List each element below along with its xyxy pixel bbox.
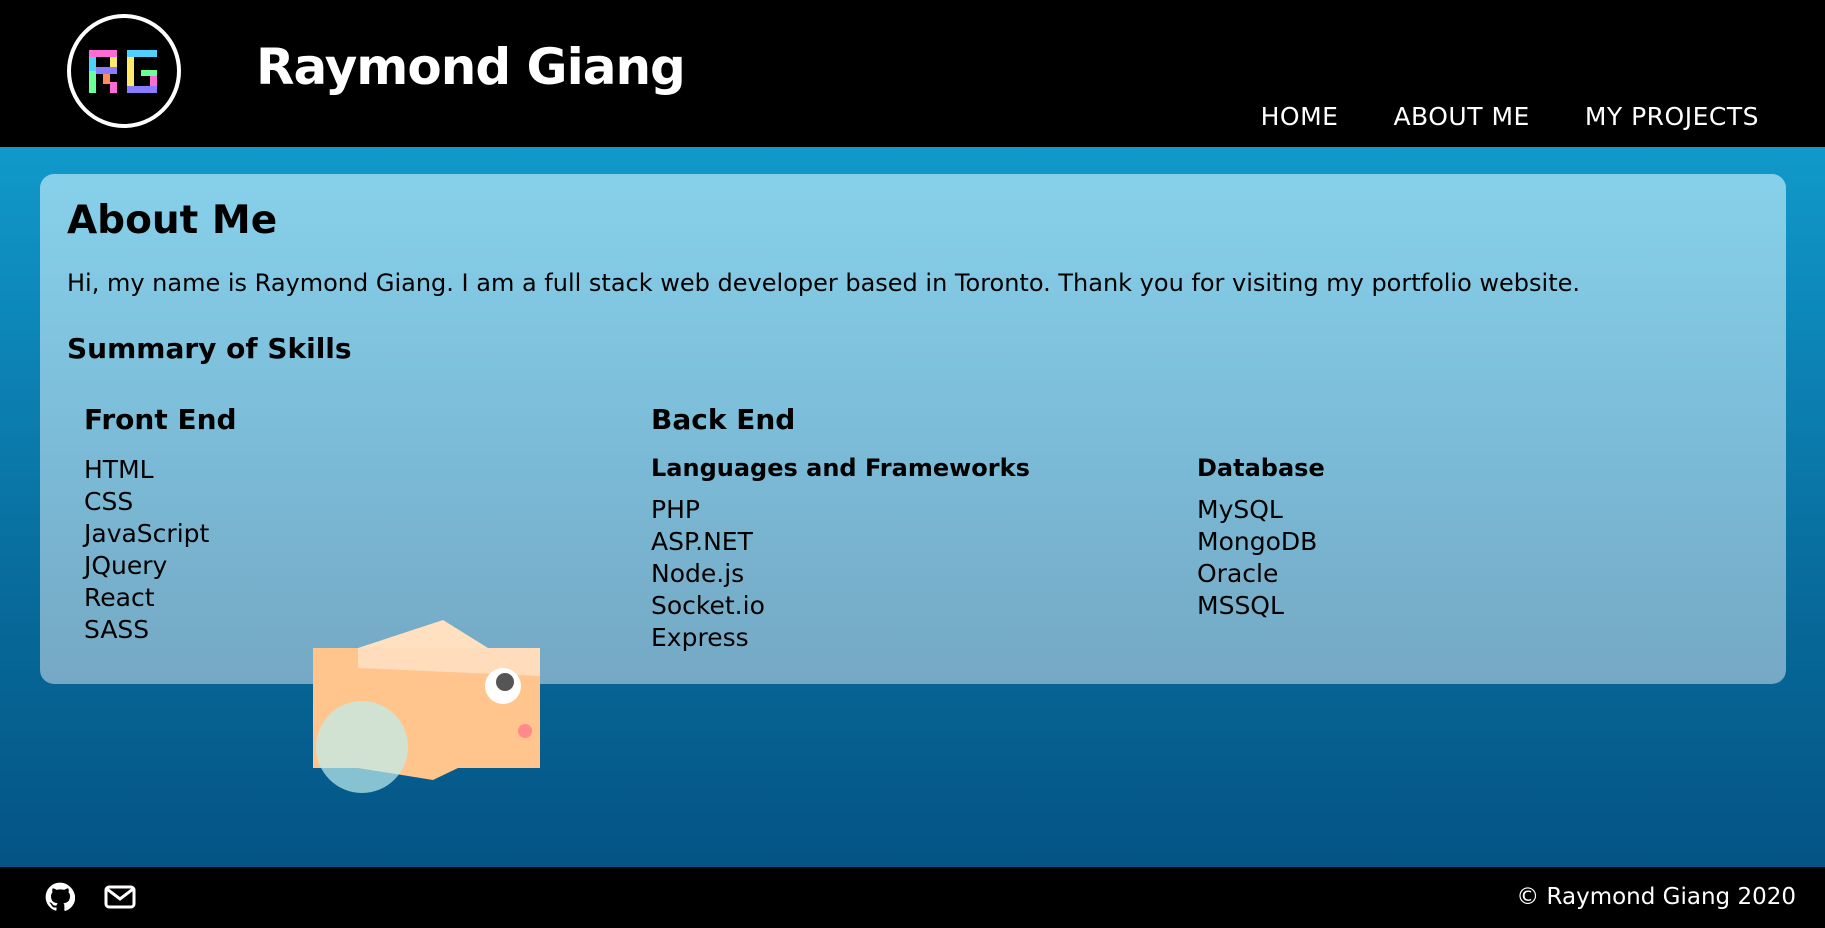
database-column: Database MySQL MongoDB Oracle MSSQL: [1197, 454, 1325, 622]
github-icon[interactable]: [45, 882, 76, 916]
list-item: Express: [651, 623, 749, 652]
list-item: PHP: [651, 495, 700, 524]
back-end-title: Back End: [651, 403, 796, 436]
copyright: © Raymond Giang 2020: [1516, 884, 1796, 910]
nav-about-me[interactable]: ABOUT ME: [1393, 102, 1529, 131]
list-item: HTML: [84, 455, 154, 484]
skills-heading: Summary of Skills: [67, 332, 352, 365]
mail-icon[interactable]: [104, 882, 136, 916]
languages-column: Languages and Frameworks PHP ASP.NET Nod…: [651, 454, 1030, 654]
languages-list: PHP ASP.NET Node.js Socket.io Express: [651, 494, 1030, 654]
about-intro: Hi, my name is Raymond Giang. I am a ful…: [67, 269, 1581, 297]
nav-my-projects[interactable]: MY PROJECTS: [1585, 102, 1759, 131]
about-title: About Me: [67, 198, 278, 243]
list-item: JavaScript: [84, 519, 210, 548]
database-title: Database: [1197, 454, 1325, 482]
fish-icon: [313, 620, 540, 793]
site-header: RG Raymond Giang HOME ABOUT M: [0, 0, 1825, 147]
site-footer: © Raymond Giang 2020: [0, 867, 1825, 928]
fish-illustration: [313, 618, 543, 802]
front-end-title: Front End: [84, 403, 237, 436]
site-title: Raymond Giang: [256, 38, 686, 96]
list-item: Node.js: [651, 559, 745, 588]
list-item: Oracle: [1197, 559, 1279, 588]
front-end-column: Front End HTML CSS JavaScript JQuery Rea…: [84, 403, 237, 646]
database-list: MySQL MongoDB Oracle MSSQL: [1197, 494, 1325, 622]
list-item: Socket.io: [651, 591, 765, 620]
list-item: SASS: [84, 615, 150, 644]
about-panel: About Me Hi, my name is Raymond Giang. I…: [40, 174, 1786, 684]
list-item: MSSQL: [1197, 591, 1284, 620]
list-item: MongoDB: [1197, 527, 1318, 556]
main-nav: HOME ABOUT ME MY PROJECTS: [1261, 102, 1759, 131]
list-item: ASP.NET: [651, 527, 753, 556]
front-end-list: HTML CSS JavaScript JQuery React SASS: [84, 454, 237, 646]
list-item: JQuery: [84, 551, 168, 580]
list-item: React: [84, 583, 155, 612]
list-item: CSS: [84, 487, 134, 516]
rg-logo-icon: RG: [89, 50, 157, 93]
languages-title: Languages and Frameworks: [651, 454, 1030, 482]
logo[interactable]: RG: [67, 14, 181, 128]
nav-home[interactable]: HOME: [1261, 102, 1339, 131]
back-end-column: Back End: [651, 403, 795, 436]
list-item: MySQL: [1197, 495, 1283, 524]
